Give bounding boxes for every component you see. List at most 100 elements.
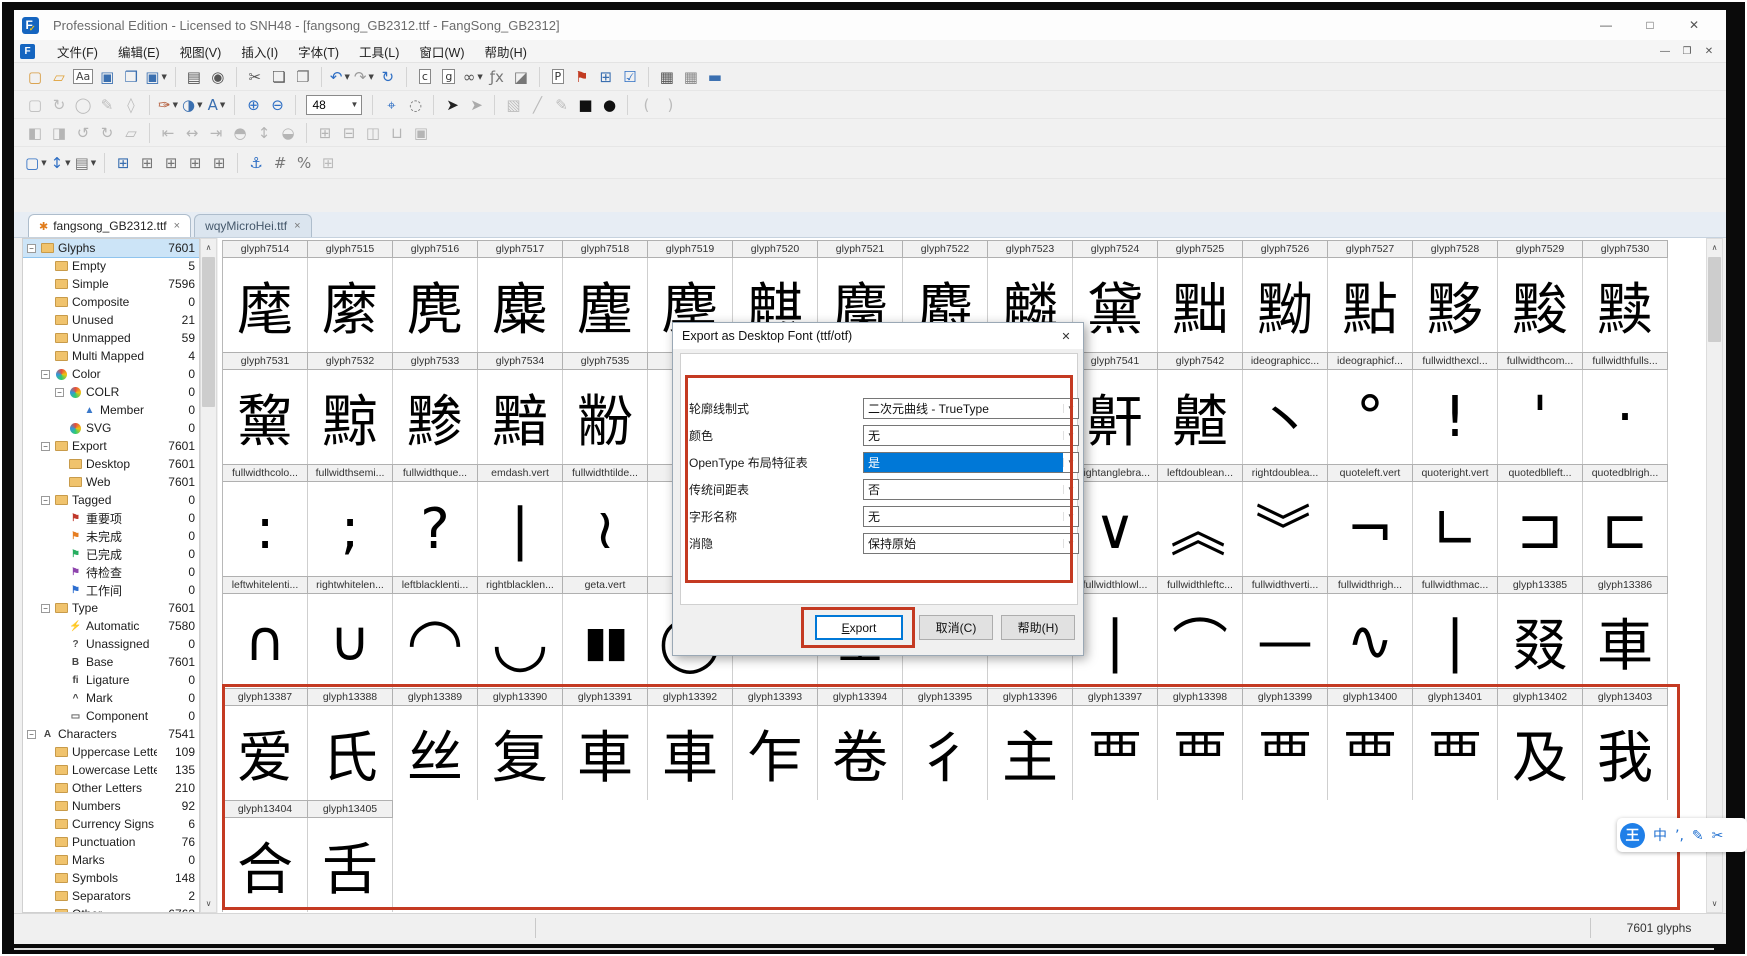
sidebar-item-lowercase-letters[interactable]: Lowercase Letters135 (23, 761, 199, 779)
glyph-cell[interactable]: : (223, 482, 308, 576)
glyph-cell[interactable]: 丶 (1243, 370, 1328, 464)
ime-punctuation[interactable]: ’, (1675, 828, 1684, 844)
glyph-cell[interactable]: 黝 (1243, 258, 1328, 352)
tree-expander-icon[interactable]: − (41, 604, 50, 613)
glyph-cell[interactable]: 麂 (393, 258, 478, 352)
curve-format-button[interactable]: ✑▼ (156, 93, 180, 117)
glyph-cell[interactable]: 麾 (223, 258, 308, 352)
sidebar-item-工作间[interactable]: ⚑工作间0 (23, 581, 199, 599)
sidebar-item-characters[interactable]: −ACharacters7541 (23, 725, 199, 743)
sidebar-item-composite[interactable]: Composite0 (23, 293, 199, 311)
sidebar-item-punctuation[interactable]: Punctuation76 (23, 833, 199, 851)
sidebar-item-待检查[interactable]: ⚑待检查0 (23, 563, 199, 581)
sidebar-item-colr[interactable]: −COLR0 (23, 383, 199, 401)
menu-font[interactable]: 字体(T) (288, 39, 349, 64)
glyph-cell[interactable]: ◡ (478, 594, 563, 688)
draw-rectangle-tool[interactable]: ■ (573, 93, 597, 117)
sidebar-item-numbers[interactable]: Numbers92 (23, 797, 199, 815)
glyph-cell[interactable]: ≀ (563, 482, 648, 576)
glyph-cell[interactable]: ∩ (223, 594, 308, 688)
pointer-white-tool[interactable]: ➤ (464, 93, 488, 117)
glyph-cell[interactable]: 黥 (308, 370, 393, 464)
tab-fangsong[interactable]: ✱fangsong_GB2312.ttf× (28, 214, 191, 237)
template-button[interactable]: ▤▼ (73, 151, 99, 175)
glyph-cell[interactable]: ⊏ (1583, 482, 1668, 576)
sidebar-item-other-letters[interactable]: Other Letters210 (23, 779, 199, 797)
sidebar-item-component[interactable]: ▭Component0 (23, 707, 199, 725)
ime-tools[interactable]: ✂ (1712, 828, 1724, 844)
glyph-cell[interactable]: 黧 (223, 370, 308, 464)
tree-expander-icon[interactable]: − (55, 388, 64, 397)
glyph-cell[interactable]: ' (1498, 370, 1583, 464)
sidebar-item-empty[interactable]: Empty5 (23, 257, 199, 275)
menu-window[interactable]: 窗口(W) (409, 39, 474, 64)
glyph-search-button[interactable]: ▦ (655, 65, 679, 89)
sidebar-item-重要项[interactable]: ⚑重要项0 (23, 509, 199, 527)
tree-expander-icon[interactable]: − (41, 496, 50, 505)
doc-close-button[interactable]: ✕ (1698, 42, 1720, 60)
preview-window-button[interactable]: ▬ (703, 65, 727, 89)
eraser-button[interactable]: ◪ (509, 65, 533, 89)
new-document-button[interactable]: ▢ (23, 65, 47, 89)
validate-button[interactable]: ☑ (618, 65, 642, 89)
insert-glyph-tag-button[interactable]: g (437, 65, 461, 89)
color-adjust-button[interactable]: A▼ (204, 93, 228, 117)
save-all-button[interactable]: ❒ (119, 65, 143, 89)
glyph-cell[interactable]: ∨ (1073, 482, 1158, 576)
glyph-cell[interactable]: 麈 (563, 258, 648, 352)
sidebar-item-symbols[interactable]: Symbols148 (23, 869, 199, 887)
sidebar-item-unused[interactable]: Unused21 (23, 311, 199, 329)
glyph-cell[interactable]: 黜 (1158, 258, 1243, 352)
glyph-cell[interactable]: ∟ (1413, 482, 1498, 576)
sidebar-item-member[interactable]: ▲Member0 (23, 401, 199, 419)
tree-expander-icon[interactable]: − (41, 370, 50, 379)
draw-ellipse-tool[interactable]: ● (597, 93, 621, 117)
new-glyph-button[interactable]: ▢▼ (23, 151, 49, 175)
refresh-button[interactable]: ↻ (376, 65, 400, 89)
minimize-button[interactable]: — (1584, 10, 1628, 40)
cut-button[interactable]: ✂ (243, 65, 267, 89)
comparison-grid-button[interactable]: ⊞ (207, 151, 231, 175)
sidebar-scrollbar[interactable]: ∧ ∨ (200, 238, 217, 913)
glyph-cell[interactable]: ∿ (1328, 594, 1413, 688)
glyph-cell[interactable]: ∪ (308, 594, 393, 688)
glyph-cell[interactable]: 黯 (478, 370, 563, 464)
glyph-cell[interactable]: 麋 (478, 258, 563, 352)
tab-close-icon[interactable]: × (174, 220, 180, 232)
pointer-black-tool[interactable]: ➤ (440, 93, 464, 117)
sidebar-item-ligature[interactable]: fiLigature0 (23, 671, 199, 689)
doc-minimize-button[interactable]: — (1654, 42, 1676, 60)
dialog-close-icon[interactable]: ✕ (1049, 323, 1083, 349)
sidebar-item-currency-signs[interactable]: Currency Signs6 (23, 815, 199, 833)
glyph-cell[interactable]: 點 (1328, 258, 1413, 352)
sidebar-item-multi-mapped[interactable]: Multi Mapped4 (23, 347, 199, 365)
maximize-button[interactable]: □ (1628, 10, 1672, 40)
cancel-button[interactable]: 取消(C) (919, 615, 993, 640)
glyph-cell[interactable]: | (478, 482, 563, 576)
tree-expander-icon[interactable]: − (41, 442, 50, 451)
tree-expander-icon[interactable]: − (27, 244, 36, 253)
anchor-button[interactable]: ⚓ (244, 151, 268, 175)
glyph-cell[interactable]: 黢 (1498, 258, 1583, 352)
glyph-cell[interactable]: 齄 (1158, 370, 1243, 464)
paste-button[interactable]: ❐ (291, 65, 315, 89)
glyph-cell[interactable]: 黪 (393, 370, 478, 464)
sidebar-item-type[interactable]: −Type7601 (23, 599, 199, 617)
glyph-cell[interactable]: ▮▮ (563, 594, 648, 688)
sidebar-item-simple[interactable]: Simple7596 (23, 275, 199, 293)
glyph-cell[interactable]: | (1073, 594, 1158, 688)
glyph-cell[interactable]: ⊐ (1498, 482, 1583, 576)
menu-help[interactable]: 帮助(H) (475, 39, 537, 64)
glyph-cell[interactable]: ¬ (1328, 482, 1413, 576)
sidebar-item-svg[interactable]: SVG0 (23, 419, 199, 437)
sidebar-item-marks[interactable]: Marks0 (23, 851, 199, 869)
find-button[interactable]: ◉ (206, 65, 230, 89)
glyph-cell[interactable]: 黟 (1413, 258, 1498, 352)
save-as-button[interactable]: ▣▼ (143, 65, 169, 89)
open-features-button[interactable]: ƒx (485, 65, 509, 89)
glyph-cell[interactable]: ; (308, 482, 393, 576)
menu-view[interactable]: 视图(V) (170, 39, 232, 64)
sidebar-item-mark[interactable]: ^Mark0 (23, 689, 199, 707)
tab-close-icon[interactable]: × (294, 220, 300, 232)
flags-button[interactable]: ⚑ (570, 65, 594, 89)
